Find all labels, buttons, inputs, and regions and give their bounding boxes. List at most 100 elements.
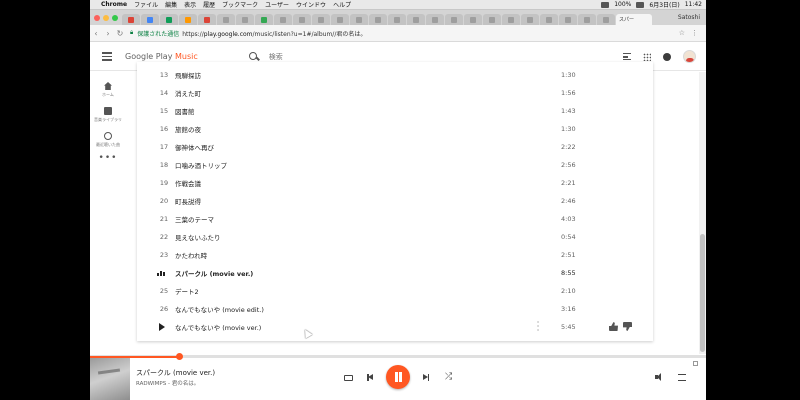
nav-item-recent[interactable]: 最近聴いた曲 [90, 132, 126, 147]
zoom-window-button[interactable] [112, 14, 118, 21]
browser-tab[interactable] [160, 14, 178, 25]
avatar[interactable] [683, 50, 696, 63]
pause-button[interactable] [386, 365, 410, 389]
browser-tab[interactable] [388, 14, 406, 25]
back-icon[interactable]: ‹ [90, 29, 102, 38]
track-row[interactable]: なんでもないや (movie ver.) 5:45 · · · [137, 318, 653, 336]
browser-tab[interactable] [445, 14, 463, 25]
previous-track-icon[interactable] [367, 374, 373, 381]
browser-tab[interactable] [369, 14, 387, 25]
app-logo[interactable]: Google Play Music [125, 52, 198, 61]
battery-percent[interactable]: 100% [614, 1, 631, 8]
track-row[interactable]: 25 デート2 2:10 [137, 282, 653, 300]
shuffle-icon[interactable]: ⤮ [445, 372, 452, 382]
track-row[interactable]: 21 三葉のテーマ 4:03 [137, 210, 653, 228]
track-row[interactable]: 16 旅館の夜 1:30 [137, 120, 653, 138]
track-menu-icon[interactable]: · · · [536, 319, 540, 335]
track-row[interactable]: 23 かたわれ時 2:51 [137, 246, 653, 264]
menu-edit[interactable]: 編集 [165, 0, 177, 9]
bookmark-star-icon[interactable]: ☆ [679, 29, 685, 37]
repeat-icon[interactable] [344, 375, 353, 381]
browser-tab[interactable] [122, 14, 140, 25]
browser-tab[interactable] [426, 14, 444, 25]
menu-people[interactable]: ユーザー [265, 0, 289, 9]
next-track-icon[interactable] [423, 374, 429, 381]
player-queue-icon[interactable] [678, 374, 686, 381]
wifi-icon[interactable] [601, 1, 610, 8]
now-playing-title[interactable]: スパークル (movie ver.) [136, 368, 215, 378]
browser-tab[interactable] [521, 14, 539, 25]
notifications-icon[interactable] [663, 52, 671, 61]
browser-tab[interactable] [578, 14, 596, 25]
now-playing-artist[interactable]: RADWIMPS - 君の名は。 [136, 379, 199, 387]
queue-icon[interactable] [623, 53, 631, 60]
track-row[interactable]: 22 見えないふたり 0:54 [137, 228, 653, 246]
menu-history[interactable]: 履歴 [203, 0, 215, 9]
menu-help[interactable]: ヘルプ [333, 0, 351, 9]
track-row[interactable]: 19 作戦会議 2:21 [137, 174, 653, 192]
browser-tab[interactable] [483, 14, 501, 25]
browser-tab[interactable] [217, 14, 235, 25]
track-row[interactable]: 20 町長説得 2:46 [137, 192, 653, 210]
browser-tab[interactable] [350, 14, 368, 25]
menu-file[interactable]: ファイル [134, 0, 158, 9]
thumbs-down-icon[interactable] [623, 322, 632, 331]
menubar-app-name[interactable]: Chrome [101, 1, 127, 8]
album-art[interactable] [90, 358, 130, 400]
forward-icon[interactable]: › [102, 29, 114, 38]
hamburger-menu-icon[interactable] [102, 52, 112, 61]
volume-icon[interactable] [655, 373, 663, 381]
home-icon [104, 82, 112, 90]
browser-tab[interactable] [540, 14, 558, 25]
browser-tab[interactable] [274, 14, 292, 25]
url-field[interactable]: https://play.google.com/music/listen?u=1… [182, 29, 366, 38]
battery-icon[interactable] [636, 1, 645, 8]
browser-tab[interactable] [236, 14, 254, 25]
play-track-icon[interactable] [159, 323, 165, 331]
menubar-date[interactable]: 6月3日(日) [649, 0, 679, 9]
browser-tab[interactable] [407, 14, 425, 25]
lock-icon[interactable]: 🔒︎ [130, 29, 133, 37]
scrollbar-thumb[interactable] [700, 234, 705, 352]
search-icon[interactable] [248, 51, 259, 62]
expand-icon[interactable] [693, 361, 698, 366]
browser-tab[interactable] [255, 14, 273, 25]
track-row[interactable]: スパークル (movie ver.) 8:55 [137, 264, 653, 282]
menu-window[interactable]: ウインドウ [296, 0, 326, 9]
track-row[interactable]: 14 消えた町 1:56 [137, 84, 653, 102]
browser-tab[interactable] [331, 14, 349, 25]
menubar-time[interactable]: 11:42 [685, 1, 702, 8]
browser-tab[interactable] [141, 14, 159, 25]
track-row[interactable]: 26 なんでもないや (movie edit.) 3:16 [137, 300, 653, 318]
more-icon[interactable]: ••• [90, 153, 126, 163]
page-scrollbar[interactable] [699, 72, 706, 354]
browser-tab[interactable] [597, 14, 615, 25]
track-row[interactable]: 15 図書館 1:43 [137, 102, 653, 120]
track-row[interactable]: 17 御神体へ再び 2:22 [137, 138, 653, 156]
browser-tab[interactable] [502, 14, 520, 25]
nav-item-library[interactable]: 音楽ライブラリ [90, 107, 126, 122]
browser-tab[interactable] [312, 14, 330, 25]
progress-knob[interactable] [176, 353, 183, 360]
browser-tab[interactable] [179, 14, 197, 25]
reload-icon[interactable]: ↻ [114, 29, 126, 38]
track-row[interactable]: 18 口噛み酒トリップ 2:56 [137, 156, 653, 174]
browser-tab[interactable] [559, 14, 577, 25]
menu-bookmarks[interactable]: ブックマーク [222, 0, 258, 9]
menu-view[interactable]: 表示 [184, 0, 196, 9]
close-window-button[interactable] [94, 14, 100, 21]
apps-grid-icon[interactable] [643, 52, 651, 61]
nav-item-home[interactable]: ホーム [90, 82, 126, 97]
active-tab[interactable]: スパー [616, 14, 652, 25]
browser-tab[interactable] [198, 14, 216, 25]
thumbs-up-icon[interactable] [609, 322, 618, 331]
search-input[interactable] [268, 52, 469, 61]
secure-label[interactable]: 保護された通信 [137, 29, 179, 38]
progress-bar[interactable] [90, 353, 706, 360]
minimize-window-button[interactable] [103, 14, 109, 21]
browser-tab[interactable] [293, 14, 311, 25]
profile-name[interactable]: Satoshi [672, 14, 706, 21]
chrome-menu-icon[interactable]: ⋮ [691, 29, 698, 37]
browser-tab[interactable] [464, 14, 482, 25]
track-row[interactable]: 13 飛騨探訪 1:30 [137, 66, 653, 84]
